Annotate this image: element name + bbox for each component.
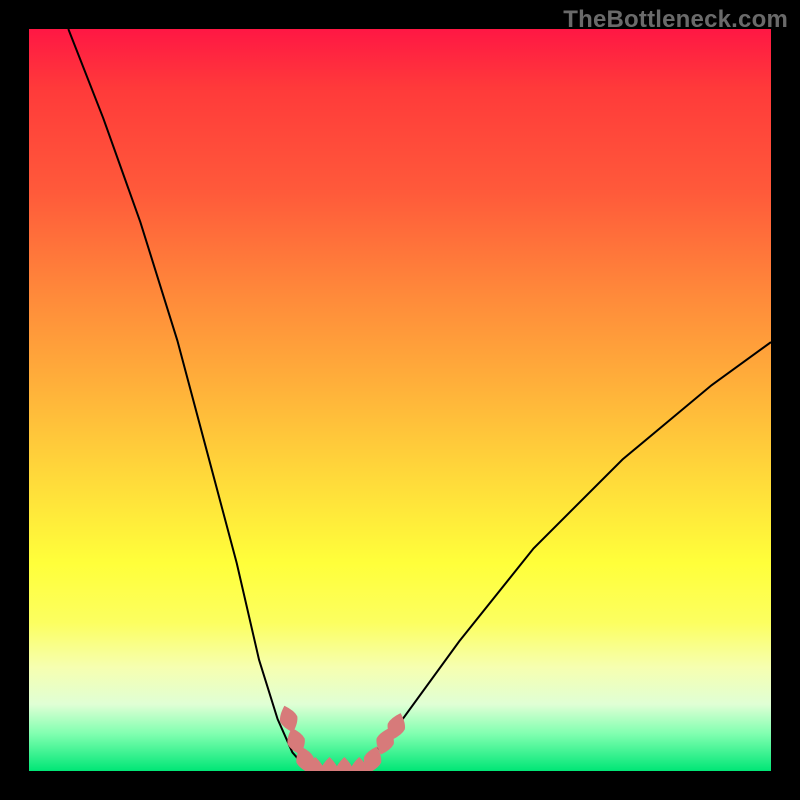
- watermark-text: TheBottleneck.com: [563, 6, 788, 34]
- bottleneck-curve: [68, 29, 771, 771]
- marker-lozenge: [276, 703, 302, 735]
- plot-area: [29, 29, 771, 771]
- chart-frame: TheBottleneck.com: [0, 0, 800, 800]
- marker-lozenge: [321, 757, 339, 771]
- chart-svg: [29, 29, 771, 771]
- marker-lozenge: [335, 757, 353, 771]
- curve-layer: [29, 29, 771, 771]
